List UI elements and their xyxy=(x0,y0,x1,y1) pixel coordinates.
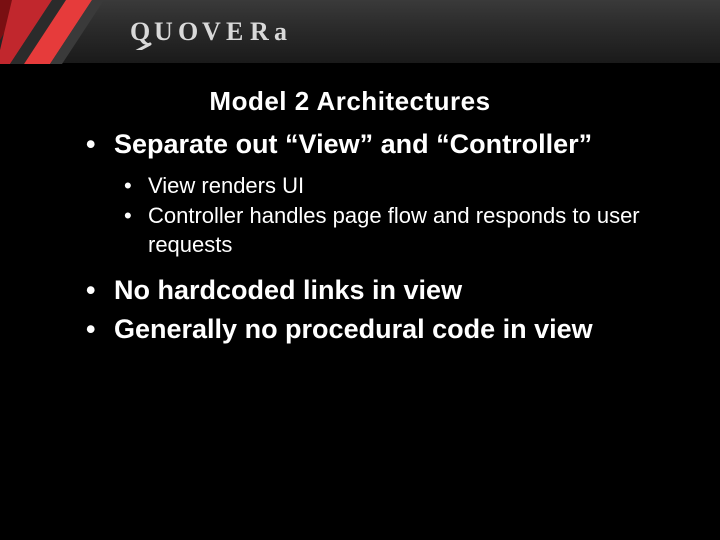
bullet-text: Separate out “View” and “Controller” xyxy=(114,129,592,159)
svg-text:V: V xyxy=(202,17,222,46)
bullet-item: No hardcoded links in view xyxy=(86,274,660,308)
title-row: Model 2 Architectures xyxy=(0,86,720,117)
slide-body: Separate out “View” and “Controller” Vie… xyxy=(86,128,660,353)
sub-bullet-item: View renders UI xyxy=(124,172,660,201)
svg-text:R: R xyxy=(250,17,270,46)
svg-text:a: a xyxy=(274,17,288,46)
bullet-item: Generally no procedural code in view xyxy=(86,313,660,347)
svg-text:E: E xyxy=(226,17,244,46)
sub-bullet-item: Controller handles page flow and respond… xyxy=(124,202,660,259)
slide-title: Model 2 Architectures xyxy=(0,86,700,117)
svg-text:Q: Q xyxy=(130,17,151,46)
bullet-text: Generally no procedural code in view xyxy=(114,314,593,344)
header-slash-accent xyxy=(0,0,140,64)
slide-header: Q U O V E R a xyxy=(0,0,720,64)
brand-logo: Q U O V E R a xyxy=(130,14,340,50)
bullet-item: Separate out “View” and “Controller” Vie… xyxy=(86,128,660,260)
svg-text:U: U xyxy=(154,17,174,46)
bullet-text: No hardcoded links in view xyxy=(114,275,462,305)
svg-text:O: O xyxy=(178,17,199,46)
sub-bullet-text: Controller handles page flow and respond… xyxy=(148,203,640,257)
sub-bullet-text: View renders UI xyxy=(148,173,304,198)
